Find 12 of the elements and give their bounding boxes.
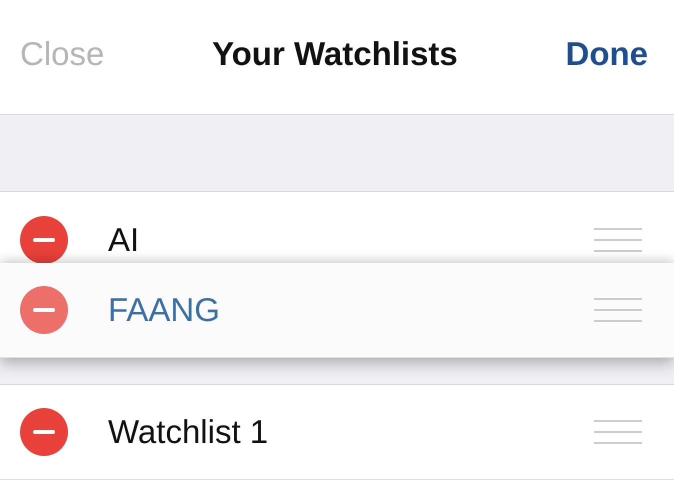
drag-handle-icon[interactable] (594, 420, 642, 444)
delete-icon[interactable] (20, 286, 68, 334)
delete-icon[interactable] (20, 216, 68, 264)
window-title: Your Watchlists (212, 35, 458, 73)
watchlist-name: AI (108, 220, 140, 258)
drag-handle-icon[interactable] (594, 228, 642, 252)
drag-handle-icon[interactable] (594, 298, 642, 322)
done-button[interactable]: Done (565, 35, 648, 73)
watchlist-name: FAANG (108, 291, 221, 329)
delete-icon[interactable] (20, 408, 68, 456)
watchlist-row[interactable]: FAANG (0, 263, 674, 358)
watchlist-name: Watchlist 1 (108, 413, 270, 451)
